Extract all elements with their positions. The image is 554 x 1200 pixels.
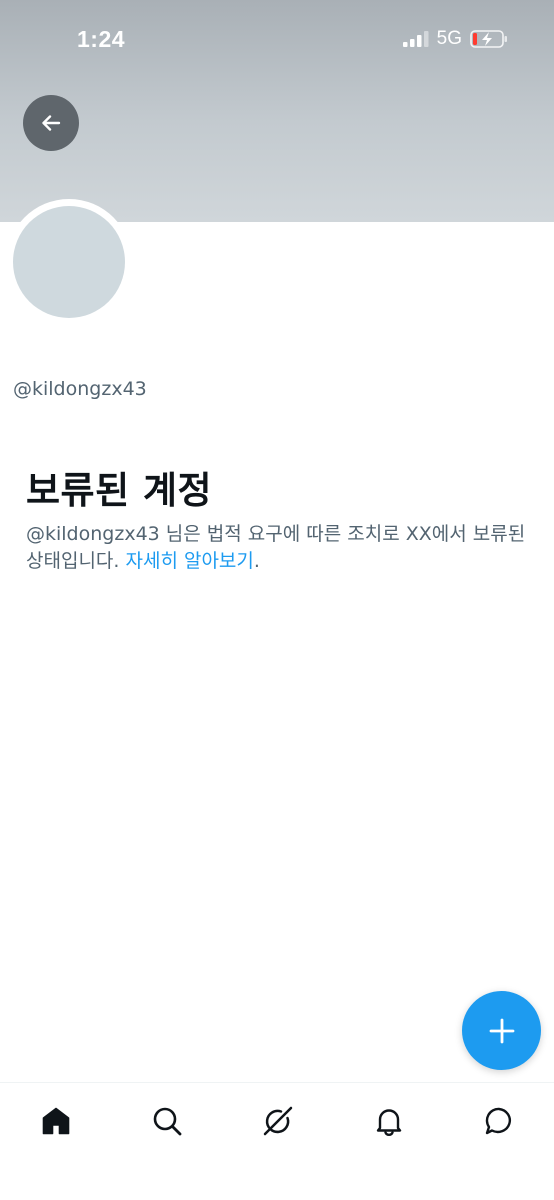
nav-search[interactable] [145,1099,189,1143]
battery-charging-icon [470,30,507,48]
profile-handle: @kildongzx43 [13,378,147,400]
search-icon [153,1107,182,1136]
suspended-message-text: @kildongzx43 님은 법적 요구에 따른 조치로 XX에서 보류된 상… [26,523,526,572]
suspended-title: 보류된 계정 [26,469,213,512]
avatar [13,206,125,318]
network-label: 5G [436,28,462,49]
nav-messages[interactable] [477,1099,521,1143]
status-indicators: 5G [402,28,508,50]
suspended-message: @kildongzx43 님은 법적 요구에 따른 조치로 XX에서 보류된 상… [26,521,526,575]
nav-home[interactable] [34,1099,78,1143]
profile-screen: 1:24 5G @kildongzx43 보류된 계정 @kildongzx43… [0,0,554,1200]
home-icon [42,1107,70,1135]
arrow-left-icon [42,115,61,131]
suspended-message-suffix: . [253,550,260,572]
plus-icon [489,1018,514,1043]
compose-button[interactable] [462,991,541,1070]
grok-icon [263,1106,293,1136]
signal-bars-icon [402,31,429,47]
status-time: 1:24 [77,26,126,52]
nav-notifications[interactable] [367,1099,411,1143]
nav-grok[interactable] [256,1099,300,1143]
back-button[interactable] [23,95,79,151]
messages-icon [485,1107,512,1135]
bell-icon [376,1109,402,1136]
bottom-nav [0,1082,554,1200]
learn-more-link[interactable]: 자세히 알아보기 [125,550,253,572]
